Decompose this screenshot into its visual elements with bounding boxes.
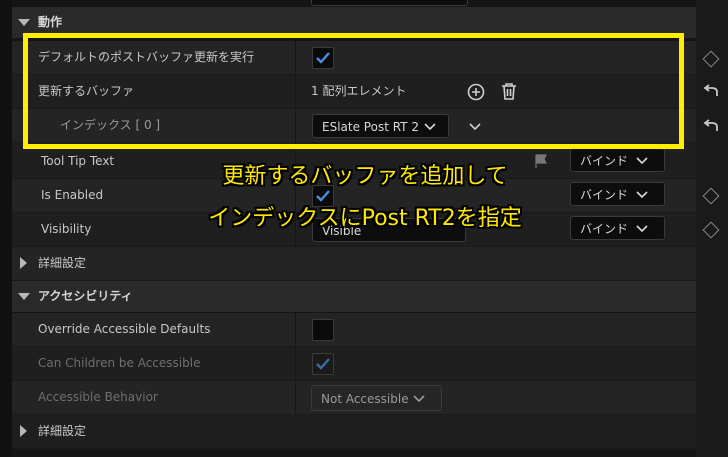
chevron-down-icon	[636, 191, 648, 199]
accessible-behavior-select: Not Accessible	[311, 385, 442, 411]
property-label: Override Accessible Defaults	[38, 322, 211, 336]
accessible-behavior-value: Not Accessible	[321, 392, 409, 406]
column-divider	[295, 381, 296, 414]
chevron-down-icon	[413, 395, 425, 403]
advanced-label: 詳細設定	[38, 424, 87, 438]
can-children-be-accessible-checkbox	[312, 353, 334, 375]
row-override-accessible-defaults: Override Accessible Defaults	[12, 313, 696, 347]
section-title: アクセシビリティ	[38, 289, 133, 303]
property-label: Is Enabled	[41, 188, 104, 202]
expand-arrow-icon	[20, 425, 27, 437]
section-accessibility[interactable]: アクセシビリティ	[12, 281, 696, 313]
chevron-down-icon	[636, 157, 648, 165]
checkmark-icon	[316, 358, 330, 370]
left-gutter	[0, 0, 12, 457]
highlight-box	[23, 33, 684, 149]
collapse-arrow-icon	[18, 19, 30, 26]
row-can-children-be-accessible: Can Children be Accessible	[12, 347, 696, 381]
top-partial-field[interactable]	[311, 0, 468, 6]
row-accessible-behavior: Accessible Behavior Not Accessible	[12, 381, 696, 415]
property-label: Can Children be Accessible	[38, 356, 201, 370]
row-advanced-2[interactable]: 詳細設定	[12, 415, 696, 449]
property-label: Accessible Behavior	[38, 390, 158, 404]
column-divider	[295, 313, 296, 346]
row-advanced-1[interactable]: 詳細設定	[12, 247, 696, 281]
column-divider	[295, 347, 296, 380]
collapse-arrow-icon	[18, 293, 30, 300]
property-label: Visibility	[41, 222, 92, 236]
annotation-line-2: インデックスにPost RT2を指定	[208, 206, 522, 231]
reset-arrow-icon[interactable]	[703, 84, 719, 98]
reset-arrow-icon[interactable]	[703, 119, 719, 133]
chevron-down-icon	[636, 225, 648, 233]
override-accessible-defaults-checkbox[interactable]	[312, 319, 334, 341]
expand-arrow-icon	[20, 257, 27, 269]
advanced-label: 詳細設定	[38, 256, 87, 270]
annotation-line-1: 更新するバッファを追加して	[222, 164, 508, 189]
